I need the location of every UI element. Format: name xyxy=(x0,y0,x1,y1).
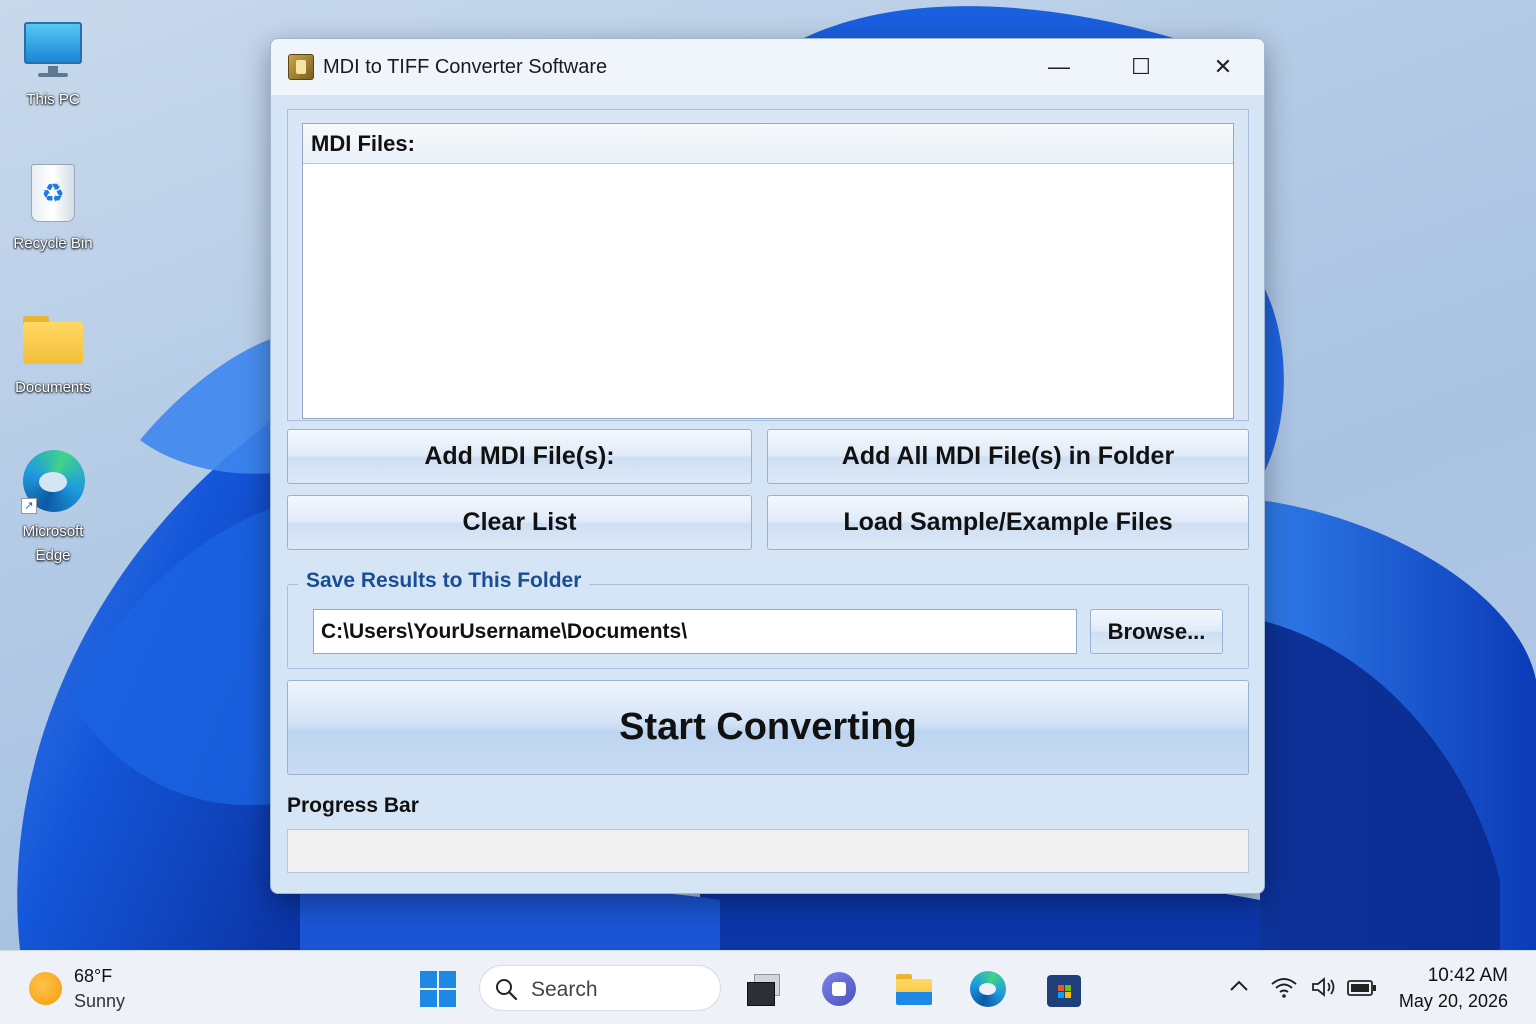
app-icon xyxy=(288,54,314,80)
file-list-header: MDI Files: xyxy=(303,124,1233,164)
start-button[interactable] xyxy=(420,971,456,1007)
desktop-icon-label: Documents xyxy=(15,379,91,396)
sun-icon xyxy=(29,972,62,1005)
search-placeholder: Search xyxy=(531,978,598,1001)
weather-condition: Sunny xyxy=(74,991,126,1011)
edge-icon: ↗ xyxy=(21,450,85,514)
taskbar: 68°F Sunny Search 10:42 AM May 20, 2026 xyxy=(0,950,1536,1024)
clear-list-button[interactable]: Clear List xyxy=(287,495,752,550)
save-folder-group: Save Results to This Folder Browse... xyxy=(287,569,1249,669)
add-files-button[interactable]: Add MDI File(s): xyxy=(287,429,752,484)
maximize-button[interactable]: ☐ xyxy=(1111,47,1171,87)
add-folder-button[interactable]: Add All MDI File(s) in Folder xyxy=(767,429,1249,484)
output-folder-field[interactable] xyxy=(313,609,1077,654)
desktop-icon-recycle-bin[interactable]: ♻ Recycle Bin xyxy=(3,162,103,256)
progress-bar xyxy=(287,829,1249,873)
close-button[interactable]: ✕ xyxy=(1193,47,1253,87)
battery-icon[interactable] xyxy=(1347,979,1377,1002)
taskbar-search[interactable]: Search xyxy=(479,965,721,1011)
files-panel: MDI Files: xyxy=(287,109,1249,421)
folder-icon xyxy=(21,306,85,370)
file-explorer-icon[interactable] xyxy=(895,970,933,1008)
search-icon xyxy=(496,979,518,1001)
task-view-icon[interactable] xyxy=(744,970,782,1008)
monitor-icon xyxy=(21,18,85,82)
desktop-icon-label: Microsoft Edge xyxy=(22,523,84,564)
load-samples-button[interactable]: Load Sample/Example Files xyxy=(767,495,1249,550)
mdi-file-list[interactable]: MDI Files: xyxy=(302,123,1234,419)
clock-date: May 20, 2026 xyxy=(1398,991,1508,1011)
desktop-icon-documents[interactable]: Documents xyxy=(3,306,103,400)
app-window: MDI to TIFF Converter Software — ☐ ✕ MDI… xyxy=(270,38,1265,894)
start-converting-button[interactable]: Start Converting xyxy=(287,680,1249,775)
minimize-icon: — xyxy=(1048,54,1070,79)
desktop-icon-label: Recycle Bin xyxy=(13,235,93,252)
clock-time: 10:42 AM xyxy=(1427,965,1508,986)
desktop-icon-label: This PC xyxy=(26,91,80,108)
weather-temperature: 68°F xyxy=(74,966,113,986)
recycle-bin-icon: ♻ xyxy=(21,162,85,226)
volume-icon[interactable] xyxy=(1310,975,1338,1004)
desktop-icon-microsoft-edge[interactable]: ↗ Microsoft Edge xyxy=(3,450,103,568)
progress-label: Progress Bar xyxy=(287,794,419,817)
browse-button[interactable]: Browse... xyxy=(1090,609,1223,654)
maximize-icon: ☐ xyxy=(1131,54,1151,79)
desktop-icon-this-pc[interactable]: This PC xyxy=(3,18,103,112)
window-title: MDI to TIFF Converter Software xyxy=(323,56,608,78)
wifi-icon[interactable] xyxy=(1270,975,1298,1004)
store-icon[interactable] xyxy=(1045,970,1083,1008)
edge-icon[interactable] xyxy=(969,970,1007,1008)
save-folder-label: Save Results to This Folder xyxy=(298,569,590,593)
minimize-button[interactable]: — xyxy=(1029,47,1089,87)
windows-logo-icon xyxy=(420,971,437,988)
chevron-up-icon[interactable] xyxy=(1228,975,1250,1003)
title-bar[interactable]: MDI to TIFF Converter Software — ☐ ✕ xyxy=(271,39,1264,95)
close-icon: ✕ xyxy=(1213,54,1233,79)
chat-icon[interactable] xyxy=(820,970,858,1008)
